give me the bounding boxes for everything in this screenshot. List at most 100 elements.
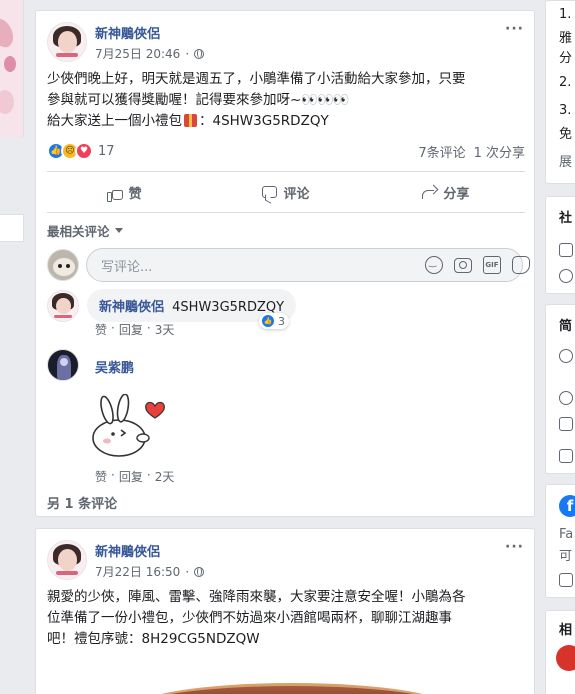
gif-icon[interactable]: GIF bbox=[483, 256, 501, 274]
post-author-link[interactable]: 新神鵰俠侶 bbox=[95, 23, 160, 42]
reactions-bar: 👍 ☹ ♥ 17 7条评论 1 次分享 bbox=[47, 141, 525, 161]
page-avatar[interactable] bbox=[47, 22, 87, 62]
post-text-line-part: 給大家送上一個小禮包 bbox=[47, 113, 182, 129]
post-card: 新神鵰俠侶 7月22日 16:50 · ··· 親愛的少俠，陣風、雷擊、強降雨來… bbox=[35, 528, 535, 694]
post-image-top[interactable] bbox=[132, 683, 452, 694]
commenter-avatar[interactable] bbox=[47, 290, 79, 322]
right-rail-card: 社 bbox=[545, 196, 575, 294]
post-text-line: 給大家送上一個小禮包 ：4SHW3G5RDZQY bbox=[47, 111, 522, 132]
comment-button-label: 评论 bbox=[283, 186, 310, 202]
rail-text: Fa bbox=[559, 527, 574, 542]
info-card-icon bbox=[559, 417, 573, 431]
commenter-avatar[interactable] bbox=[47, 349, 79, 381]
facebook-logo-icon: f bbox=[559, 495, 575, 517]
post-header: 新神鵰俠侶 7月25日 20:46 · ··· bbox=[36, 11, 534, 65]
post-card: 新神鵰俠侶 7月25日 20:46 · ··· 少俠們晚上好，明天就是週五了，小… bbox=[35, 10, 535, 517]
comment-reply-link[interactable]: 回复 bbox=[119, 321, 143, 338]
comment-icon bbox=[262, 186, 278, 198]
pencil-icon bbox=[559, 449, 573, 463]
avatar-eye bbox=[58, 264, 62, 268]
left-mini-card bbox=[0, 214, 24, 242]
avatar-face bbox=[57, 549, 77, 571]
gift-icon bbox=[184, 114, 197, 127]
comment-button[interactable]: 评论 bbox=[206, 172, 365, 212]
love-reaction-icon[interactable]: ♥ bbox=[75, 142, 93, 160]
comment-input-placeholder: 写评论... bbox=[101, 259, 153, 275]
post-text-line: 參與就可以獲得獎勵喔！記得要來參加呀~👀👀👀 bbox=[47, 90, 522, 111]
comment-time[interactable]: 3天 bbox=[155, 321, 175, 338]
dot-separator: · bbox=[146, 468, 151, 482]
current-user-avatar[interactable] bbox=[47, 249, 79, 281]
post-text-line: 吧！禮包序號：8H29CG5NDZQW bbox=[47, 631, 260, 647]
post-timestamp[interactable]: 7月22日 16:50 bbox=[95, 563, 180, 580]
avatar-cat bbox=[53, 258, 75, 276]
commenter-name-link[interactable]: 新神鵰俠侶 bbox=[99, 300, 164, 315]
comment-actions: 赞 · 回复 · 3天 bbox=[95, 321, 174, 338]
flag-icon bbox=[559, 573, 573, 587]
petal-decoration bbox=[0, 15, 18, 51]
right-rail-card: 简 bbox=[545, 304, 575, 474]
globe-icon bbox=[194, 48, 205, 59]
rail-text: 3. bbox=[559, 103, 572, 118]
comment-time[interactable]: 2天 bbox=[155, 468, 175, 485]
post-header: 新神鵰俠侶 7月22日 16:50 · ··· bbox=[36, 529, 534, 583]
petal-decoration bbox=[0, 90, 14, 114]
post-timestamp[interactable]: 7月25日 20:46 bbox=[95, 45, 180, 62]
comment-reply-link[interactable]: 回复 bbox=[119, 468, 143, 485]
dot-separator: · bbox=[111, 321, 115, 335]
commenter-name-link[interactable]: 吴紫鹏 bbox=[95, 357, 134, 376]
emoji-icon[interactable] bbox=[425, 256, 443, 274]
dot-separator: · bbox=[185, 46, 190, 61]
avatar-band bbox=[55, 53, 79, 58]
eyes-emoji: 👀👀👀 bbox=[301, 92, 349, 108]
comment-reaction-count: 3 bbox=[278, 314, 285, 328]
rss-icon bbox=[559, 269, 573, 283]
composer-icons: GIF bbox=[425, 256, 530, 274]
more-options-icon[interactable]: ··· bbox=[505, 539, 524, 555]
comment-reaction-badge[interactable]: 👍 3 bbox=[259, 313, 289, 329]
like-button[interactable]: 赞 bbox=[47, 172, 206, 212]
view-more-comments-link[interactable]: 另 1 条评论 bbox=[47, 493, 117, 512]
share-button-label: 分享 bbox=[443, 186, 470, 202]
rail-expand-link[interactable]: 展 bbox=[559, 151, 572, 170]
post-text: 少俠們晚上好，明天就是週五了，小鵰準備了小活動給大家參加，只要 參與就可以獲得獎… bbox=[36, 65, 534, 132]
comment-like-link[interactable]: 赞 bbox=[95, 321, 107, 338]
comment-item: 吴紫鹏 赞 · 回复 · 2天 bbox=[47, 348, 525, 484]
avatar-face bbox=[55, 297, 71, 315]
post-author-link[interactable]: 新神鵰俠侶 bbox=[95, 541, 160, 560]
comment-sort-label: 最相关评论 bbox=[47, 224, 110, 239]
post-meta: 7月25日 20:46 · bbox=[95, 45, 205, 62]
rail-text: 雅 bbox=[559, 31, 573, 46]
rail-text: 1. bbox=[559, 7, 572, 22]
thumbs-up-icon bbox=[106, 189, 123, 202]
post-meta: 7月22日 16:50 · bbox=[95, 563, 205, 580]
camera-icon[interactable] bbox=[454, 258, 472, 273]
comment-sort-dropdown[interactable]: 最相关评论 bbox=[47, 221, 123, 240]
share-button[interactable]: 分享 bbox=[366, 172, 525, 212]
reaction-count[interactable]: 17 bbox=[98, 144, 115, 159]
comment-composer: 写评论... GIF bbox=[47, 248, 530, 282]
rail-section-title: 社 bbox=[559, 211, 573, 226]
right-rail-card: 相 bbox=[545, 610, 575, 694]
comment-item: 新神鵰俠侶 4SHW3G5RDZQY 👍 3 赞 · 回复 · 3天 bbox=[47, 289, 525, 345]
page-avatar[interactable] bbox=[47, 540, 87, 580]
like-reaction-icon: 👍 bbox=[261, 314, 275, 328]
post-text-line: 親愛的少俠，陣風、雷擊、強降雨來襲，大家要注意安全喔！小鵰為各 bbox=[47, 589, 466, 605]
rail-section-title: 相 bbox=[559, 623, 573, 638]
left-cover-image bbox=[0, 0, 24, 137]
thumbs-up-icon bbox=[559, 243, 573, 257]
dot-separator: · bbox=[146, 321, 151, 335]
rail-text: 分 bbox=[559, 51, 573, 66]
more-options-icon[interactable]: ··· bbox=[505, 21, 524, 37]
avatar-band bbox=[54, 315, 72, 318]
sticker-icon[interactable] bbox=[512, 256, 530, 274]
comments-count-link[interactable]: 7条评论 bbox=[418, 142, 465, 161]
share-arrow-icon bbox=[421, 185, 437, 199]
right-rail-card: f Fa 可 bbox=[545, 484, 575, 598]
shares-count-link[interactable]: 1 次分享 bbox=[474, 142, 525, 161]
dot-separator: · bbox=[185, 564, 190, 579]
related-page-avatar[interactable] bbox=[556, 645, 575, 671]
post-text-line: 位準備了一份小禮包，少俠們不妨過來小酒館喝兩杯，聊聊江湖趣事 bbox=[47, 610, 452, 626]
comment-like-link[interactable]: 赞 bbox=[95, 468, 107, 485]
avatar-face bbox=[57, 31, 77, 53]
